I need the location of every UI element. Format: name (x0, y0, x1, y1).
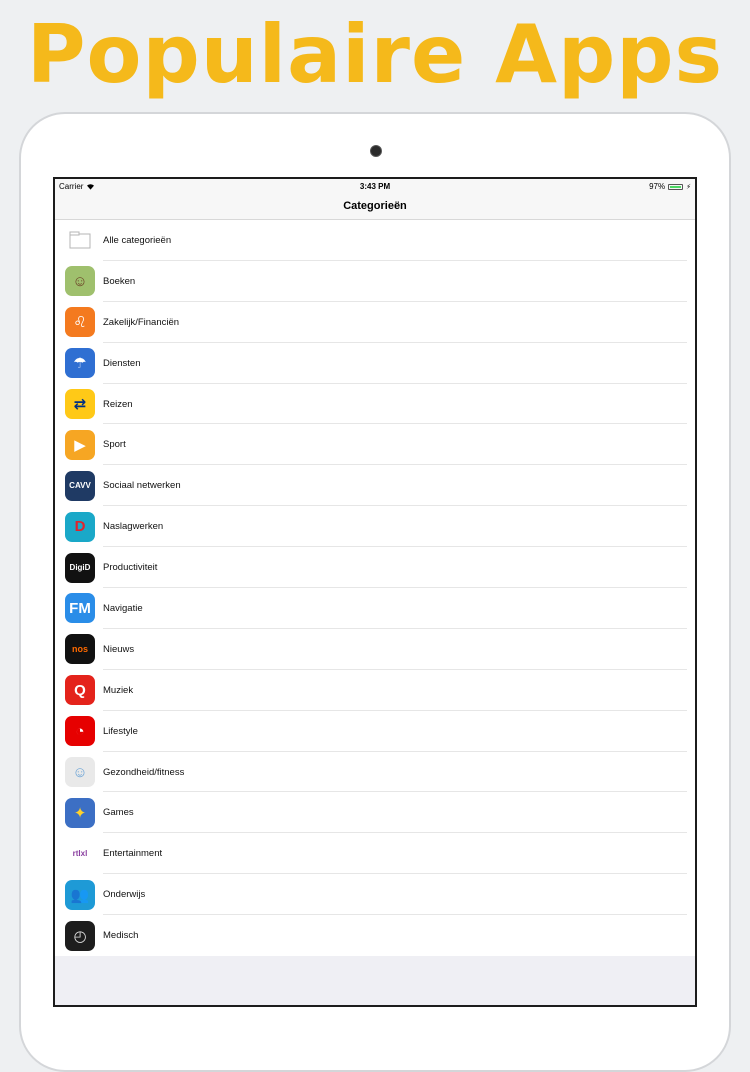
category-row[interactable]: ◴ Medisch (55, 915, 695, 956)
sport-play-icon: ▶ (65, 429, 95, 460)
category-label: Entertainment (103, 848, 163, 860)
baby-icon: ☺ (65, 757, 95, 788)
category-row[interactable]: ✦ Games (55, 792, 695, 834)
category-label: Sociaal netwerken (103, 480, 181, 492)
category-row[interactable]: nos Nieuws (55, 629, 695, 670)
pocket-dictionary-icon: D (65, 511, 95, 542)
category-row[interactable]: ⇄ Reizen (55, 384, 695, 425)
category-row[interactable]: ♌ Zakelijk/Financiën (55, 302, 695, 343)
fm-radio-icon: FM (65, 593, 95, 624)
category-row[interactable]: CAVV Sociaal netwerken (55, 465, 695, 507)
gauge-icon: ◴ (65, 920, 95, 951)
book-character-icon: ☺ (65, 266, 95, 297)
category-label: Boeken (103, 275, 136, 287)
vodafone-icon: ◔ (65, 716, 95, 747)
category-row[interactable]: DigiD Productiviteit (55, 547, 695, 588)
digid-icon: DigiD (65, 552, 95, 583)
nos-icon: nos (65, 634, 95, 665)
battery-icon (668, 183, 684, 190)
category-label: Nieuws (103, 643, 135, 655)
cavv-icon: CAVV (65, 470, 95, 501)
category-label: Sport (103, 439, 126, 451)
qmusic-icon: Q (65, 675, 95, 706)
category-list: Alle categorieën ☺ Boeken ♌ Zakelijk/Financi… (55, 220, 695, 957)
category-label: Diensten (103, 357, 141, 369)
category-label: Reizen (103, 398, 133, 410)
people-icon: 👥 (65, 879, 95, 910)
ns-train-icon: ⇄ (65, 389, 95, 419)
navigation-bar: Categorieën (55, 193, 695, 220)
camera-icon (370, 145, 382, 157)
category-label: Games (103, 807, 134, 819)
category-label: Onderwijs (103, 889, 146, 901)
weather-alert-icon: ☂ (65, 348, 95, 379)
category-label: Alle categorieën (103, 234, 172, 246)
rtlxl-icon: rtlxl (65, 838, 95, 869)
category-label: Productiviteit (103, 562, 158, 574)
games-icon: ✦ (65, 797, 95, 828)
category-label: Naslagwerken (103, 521, 164, 533)
lion-icon: ♌ (65, 307, 95, 338)
category-row[interactable]: Alle categorieën (55, 220, 695, 261)
category-row[interactable]: ◔ Lifestyle (55, 711, 695, 752)
category-row[interactable]: ☂ Diensten (55, 343, 695, 384)
headline-title: Populaire Apps (26, 8, 724, 101)
category-row[interactable]: FM Navigatie (55, 588, 695, 629)
category-row[interactable]: ☺ Gezondheid/fitness (55, 752, 695, 793)
category-label: Muziek (103, 684, 134, 696)
folder-icon (65, 225, 95, 256)
status-bar: Carrier 3:43 PM 97% ⚡ (55, 179, 695, 193)
category-row[interactable]: Q Muziek (55, 670, 695, 711)
category-label: Zakelijk/Financiën (103, 316, 180, 328)
tablet-screen: Carrier 3:43 PM 97% ⚡ Categorieën Alle c… (53, 177, 697, 1007)
category-label: Medisch (103, 930, 139, 942)
category-row[interactable]: 👥 Onderwijs (55, 874, 695, 916)
nav-title: Categorieën (343, 200, 407, 212)
category-label: Gezondheid/fitness (103, 766, 185, 778)
category-row[interactable]: ☺ Boeken (55, 261, 695, 302)
category-row[interactable]: rtlxl Entertainment (55, 833, 695, 875)
category-label: Lifestyle (103, 725, 138, 737)
category-row[interactable]: ▶ Sport (55, 424, 695, 466)
battery-percent: 97% (649, 182, 666, 191)
status-time: 3:43 PM (359, 182, 391, 191)
category-label: Navigatie (103, 602, 143, 614)
category-row[interactable]: D Naslagwerken (55, 506, 695, 548)
charging-icon: ⚡ (686, 183, 691, 191)
